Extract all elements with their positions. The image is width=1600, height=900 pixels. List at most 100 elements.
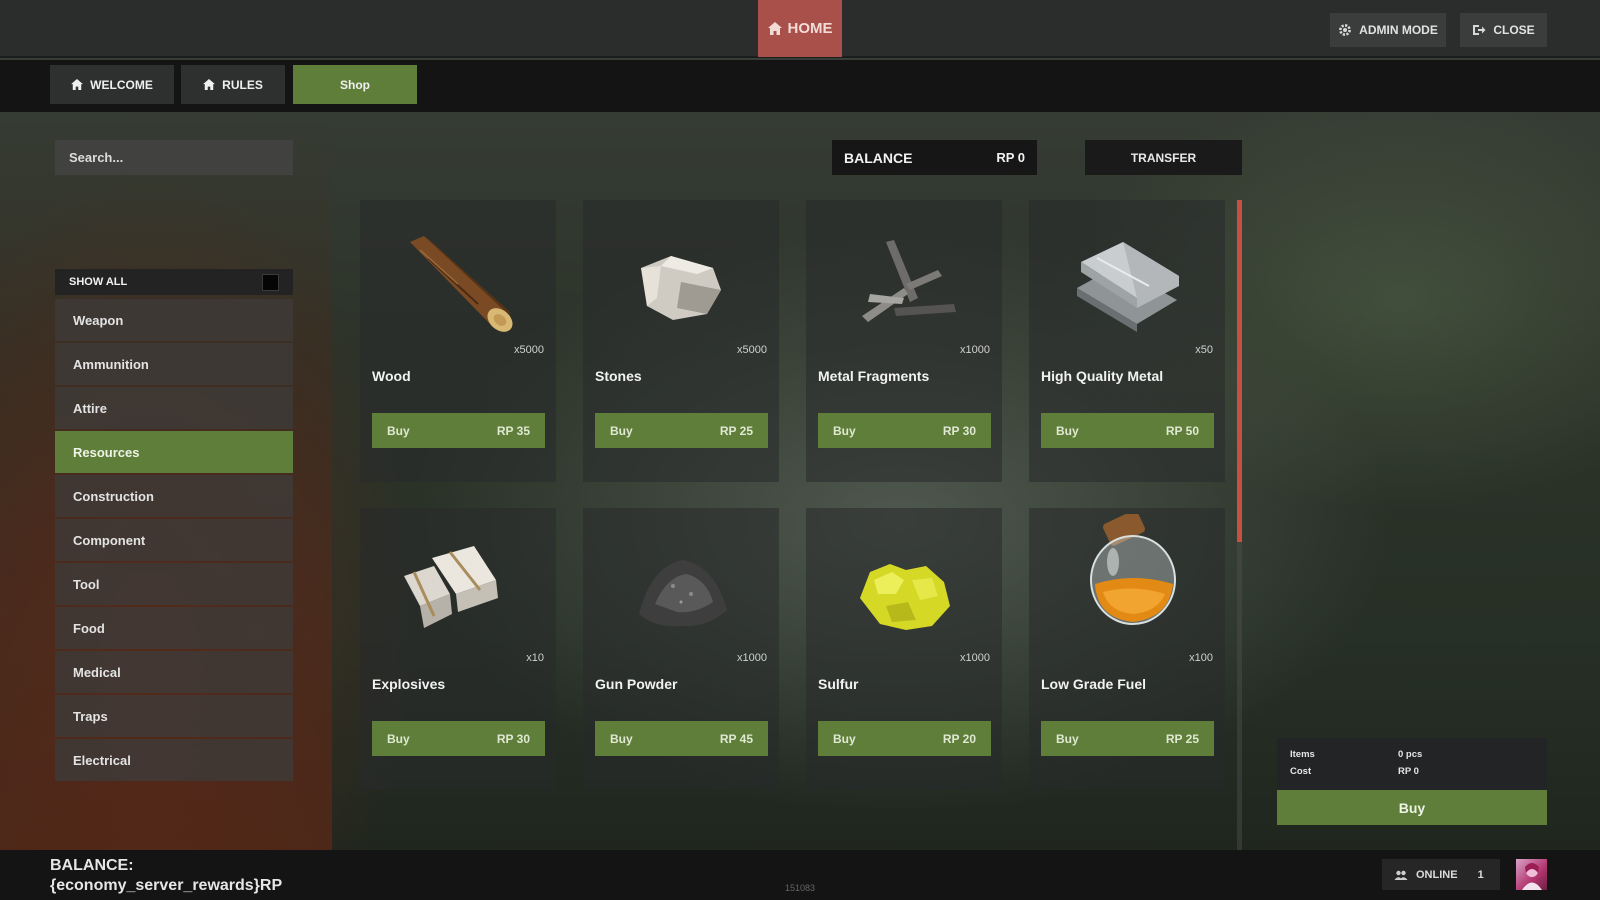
buy-button[interactable]: Buy RP 50 (1041, 413, 1214, 448)
product-name: Stones (595, 368, 642, 384)
fuel-jar-icon (1090, 514, 1176, 625)
cart-items-label: Items (1290, 749, 1315, 760)
buy-button[interactable]: Buy RP 25 (1041, 721, 1214, 756)
price-label: RP 20 (942, 731, 976, 746)
cart-summary: Items 0 pcs Cost RP 0 (1277, 738, 1547, 790)
cart-cost-label: Cost (1290, 766, 1312, 777)
buy-label: Buy (833, 731, 856, 746)
footer-balance: BALANCE: {economy_server_rewards}RP (50, 856, 282, 896)
category-resources[interactable]: Resources (55, 431, 293, 473)
tab-rules-label: RULES (222, 77, 263, 92)
category-tool[interactable]: Tool (55, 563, 293, 605)
category-electrical[interactable]: Electrical (55, 739, 293, 781)
cart-items-value: 0 pcs (1398, 749, 1423, 760)
product-image (1029, 200, 1225, 350)
product-quantity: x5000 (514, 344, 544, 356)
product-card-wood: x5000 Wood Buy RP 35 (360, 200, 556, 482)
category-ammunition[interactable]: Ammunition (55, 343, 293, 385)
price-label: RP 35 (496, 423, 530, 438)
category-label: Tool (73, 576, 100, 592)
category-label: Food (73, 620, 105, 636)
home-icon (203, 79, 216, 90)
category-label: Electrical (73, 752, 131, 768)
buy-label: Buy (387, 731, 410, 746)
product-card-explosives: x10 Explosives Buy RP 30 (360, 508, 556, 790)
price-label: RP 45 (719, 731, 753, 746)
buy-button[interactable]: Buy RP 20 (818, 721, 991, 756)
product-quantity: x1000 (737, 652, 767, 664)
product-card-gun-powder: x1000 Gun Powder Buy RP 45 (583, 508, 779, 790)
buy-button[interactable]: Buy RP 30 (818, 413, 991, 448)
category-construction[interactable]: Construction (55, 475, 293, 517)
category-attire[interactable]: Attire (55, 387, 293, 429)
wood-log-icon (410, 236, 513, 332)
footer-balance-value: {economy_server_rewards}RP (50, 877, 283, 894)
scrollbar-thumb[interactable] (1237, 200, 1242, 542)
close-label: CLOSE (1493, 23, 1535, 37)
admin-mode-button[interactable]: ADMIN MODE (1330, 13, 1446, 47)
explosives-icon (404, 546, 498, 628)
product-name: Sulfur (818, 676, 859, 692)
buy-button[interactable]: Buy RP 45 (595, 721, 768, 756)
product-card-sulfur: x1000 Sulfur Buy RP 20 (806, 508, 1002, 790)
product-quantity: x50 (1195, 344, 1213, 356)
admin-mode-label: ADMIN MODE (1359, 23, 1438, 37)
category-label: Traps (73, 708, 108, 724)
build-id: 151083 (784, 883, 816, 893)
show-all-checkbox[interactable] (262, 274, 279, 291)
top-bar: HOME ADMIN MODE CLOSE (0, 0, 1600, 58)
buy-button[interactable]: Buy RP 30 (372, 721, 545, 756)
product-image (583, 508, 779, 658)
product-image (806, 200, 1002, 350)
close-button[interactable]: CLOSE (1460, 13, 1547, 47)
buy-button[interactable]: Buy RP 25 (595, 413, 768, 448)
category-traps[interactable]: Traps (55, 695, 293, 737)
avatar[interactable] (1516, 859, 1547, 890)
nav-bar: WELCOME RULES Shop (0, 60, 1600, 112)
tab-welcome-label: WELCOME (90, 77, 153, 92)
product-card-low-grade-fuel: x100 Low Grade Fuel Buy RP 25 (1029, 508, 1225, 790)
hq-metal-icon (1077, 242, 1179, 332)
buy-label: Buy (1056, 423, 1079, 438)
online-indicator: ONLINE 1 (1382, 859, 1500, 890)
product-name: High Quality Metal (1041, 368, 1164, 384)
product-name: Metal Fragments (818, 368, 930, 384)
footer-bar: BALANCE: {economy_server_rewards}RP 1510… (0, 850, 1600, 900)
transfer-button[interactable]: TRANSFER (1085, 140, 1242, 175)
category-label: Ammunition (73, 356, 149, 372)
category-label: Component (73, 532, 146, 548)
online-label: ONLINE (1416, 868, 1458, 881)
search-input[interactable] (55, 140, 293, 175)
home-tab-label: HOME (787, 20, 833, 37)
category-medical[interactable]: Medical (55, 651, 293, 693)
category-food[interactable]: Food (55, 607, 293, 649)
footer-balance-label: BALANCE: (50, 857, 134, 874)
product-name: Wood (372, 368, 411, 384)
product-quantity: x5000 (737, 344, 767, 356)
category-label: Medical (73, 664, 121, 680)
show-all-toggle[interactable]: SHOW ALL (55, 269, 293, 295)
category-label: Weapon (73, 312, 124, 328)
cart-buy-button[interactable]: Buy (1277, 790, 1547, 825)
category-weapon[interactable]: Weapon (55, 299, 293, 341)
product-quantity: x1000 (960, 652, 990, 664)
product-quantity: x10 (526, 652, 544, 664)
buy-button[interactable]: Buy RP 35 (372, 413, 545, 448)
tab-welcome[interactable]: WELCOME (50, 65, 174, 104)
tab-shop[interactable]: Shop (293, 65, 417, 104)
product-card-metal-fragments: x1000 Metal Fragments Buy RP 30 (806, 200, 1002, 482)
category-component[interactable]: Component (55, 519, 293, 561)
balance-value: RP 0 (996, 150, 1025, 165)
product-image (360, 508, 556, 658)
home-icon (71, 79, 84, 90)
tab-rules[interactable]: RULES (181, 65, 285, 104)
cart-cost-value: RP 0 (1398, 766, 1419, 777)
cart-buy-label: Buy (1398, 799, 1426, 816)
users-icon (1394, 870, 1408, 880)
category-list: Weapon Ammunition Attire Resources Const… (55, 299, 293, 783)
show-all-label: SHOW ALL (69, 276, 128, 288)
home-tab[interactable]: HOME (758, 0, 842, 57)
buy-label: Buy (833, 423, 856, 438)
category-label: Resources (73, 444, 140, 460)
balance-display: BALANCE RP 0 (832, 140, 1037, 175)
